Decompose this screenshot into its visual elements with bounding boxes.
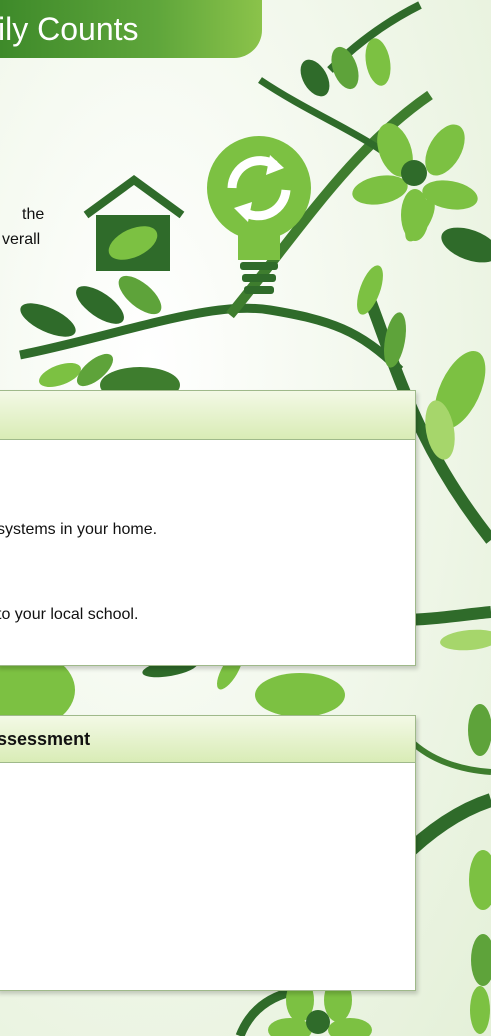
page-title: ily Counts — [0, 11, 139, 47]
info-panel-1: systems in your home. to your local scho… — [0, 390, 416, 666]
flower-icon — [352, 123, 478, 241]
panel-2-title: ssessment — [0, 729, 91, 749]
intro-text-line1: the — [22, 206, 45, 223]
title-bar: ily Counts — [0, 0, 262, 58]
panel-1-header — [0, 391, 415, 440]
page: ily Counts the verall systems in your ho… — [0, 0, 491, 1036]
panel-2-header: ssessment — [0, 716, 415, 763]
panel-1-item-2: to your local school. — [0, 606, 139, 623]
intro-text-line2: verall — [2, 231, 41, 248]
home-leaf-icon — [83, 175, 185, 271]
info-panel-2: ssessment — [0, 715, 416, 991]
recycle-bulb-icon — [207, 136, 311, 294]
panel-1-item-1: systems in your home. — [0, 521, 158, 538]
